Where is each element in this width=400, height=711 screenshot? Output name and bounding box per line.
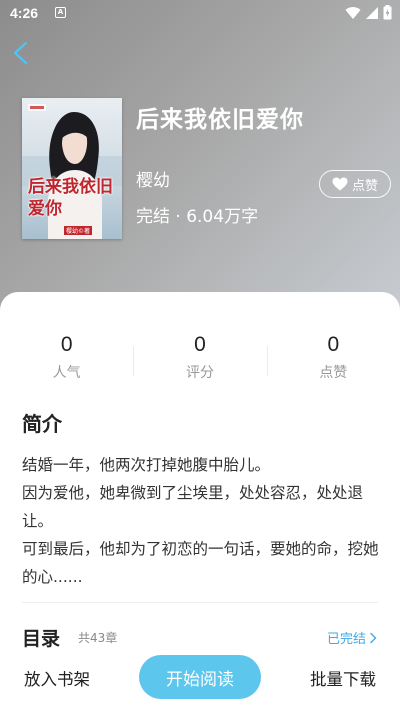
chevron-left-icon — [13, 41, 28, 65]
stat-popularity: 0 人气 — [0, 332, 133, 384]
stat-value: 0 — [194, 333, 206, 356]
book-title: 后来我依旧爱你 — [136, 107, 304, 133]
toc-chapter-count: 共43章 — [78, 631, 118, 645]
back-button[interactable] — [8, 38, 36, 68]
signal-icon — [366, 6, 378, 19]
toc-status-link[interactable]: 已完结 — [327, 628, 378, 647]
stats-row: 0 人气 0 评分 0 点赞 — [0, 332, 400, 384]
add-to-shelf-button[interactable]: 放入书架 — [24, 666, 90, 690]
stat-label: 评分 — [185, 365, 214, 381]
book-cover-author: 樱幼©著 — [64, 226, 93, 235]
table-of-contents-row[interactable]: 目录 共43章 已完结 — [22, 624, 378, 650]
like-button-label: 点赞 — [351, 178, 378, 194]
intro-line: 结婚一年，他两次打掉她腹中胎儿。 — [22, 456, 271, 474]
wifi-icon — [345, 6, 361, 19]
detail-card: 0 人气 0 评分 0 点赞 简介 结婚一年，他两次打掉她腹中胎儿。 因为爱他，… — [0, 292, 400, 711]
stat-rating: 0 评分 — [133, 332, 266, 384]
stat-label: 点赞 — [319, 365, 348, 381]
toc-status-label: 已完结 — [326, 632, 366, 647]
stat-value: 0 — [60, 333, 73, 356]
stat-label: 人气 — [52, 365, 81, 381]
book-cover[interactable]: 后来我依旧爱你 樱幼©著 — [22, 98, 122, 239]
status-icons — [345, 5, 392, 20]
divider — [22, 602, 378, 603]
toc-heading: 目录 — [22, 628, 61, 650]
status-time: 4:26 — [10, 5, 39, 21]
intro-line: 因为爱他，她卑微到了尘埃里，处处容忍，处处退让。 — [22, 484, 364, 530]
book-status-wordcount: 完结 · 6.04万字 — [136, 207, 259, 227]
like-button[interactable]: 点赞 — [319, 170, 391, 198]
battery-icon — [383, 5, 392, 20]
intro-text: 结婚一年，他两次打掉她腹中胎儿。 因为爱他，她卑微到了尘埃里，处处容忍，处处退让… — [22, 451, 382, 591]
start-reading-button[interactable]: 开始阅读 — [139, 655, 261, 699]
batch-download-button[interactable]: 批量下载 — [310, 666, 376, 690]
chevron-right-icon — [370, 632, 377, 643]
book-author[interactable]: 樱幼 — [136, 166, 170, 191]
intro-line: 可到最后，他却为了初恋的一句话，要她的命，挖她的心...... — [22, 540, 379, 586]
intro-heading: 简介 — [22, 412, 62, 436]
bottom-action-bar: 放入书架 开始阅读 批量下载 — [0, 652, 400, 706]
book-cover-title: 后来我依旧爱你 — [28, 177, 113, 219]
status-bar: 4:26 A — [0, 0, 400, 26]
stat-value: 0 — [327, 333, 340, 356]
stat-likes: 0 点赞 — [266, 332, 400, 384]
heart-icon — [332, 177, 348, 191]
notification-icon: A — [55, 7, 66, 18]
